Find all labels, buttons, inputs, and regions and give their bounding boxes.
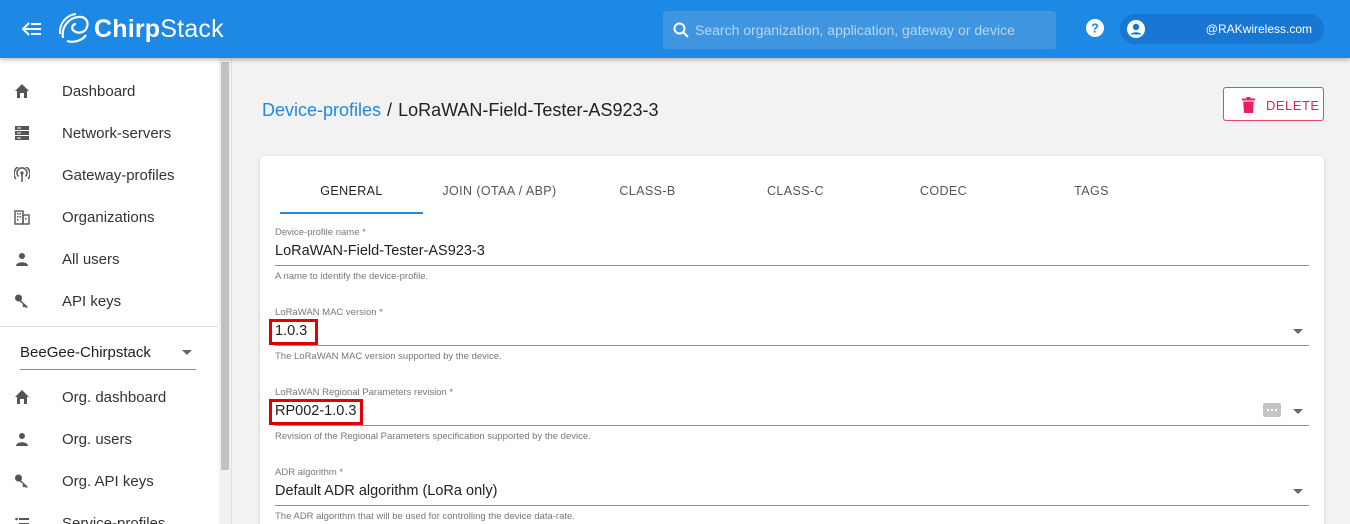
sidebar-divider xyxy=(0,326,218,327)
tab-tags[interactable]: TAGS xyxy=(1020,172,1163,214)
key-icon xyxy=(15,474,28,488)
sidebar-item-org-api-keys[interactable]: Org. API keys xyxy=(0,460,218,502)
device-profile-name-input[interactable]: LoRaWAN-Field-Tester-AS923-3 xyxy=(275,243,485,259)
account-icon xyxy=(16,253,28,266)
help-icon[interactable]: ? xyxy=(1085,18,1105,38)
sidebar-item-label: All users xyxy=(62,250,120,268)
svg-text:?: ? xyxy=(1091,21,1099,36)
home-icon xyxy=(15,390,29,404)
sidebar-item-label: Org. dashboard xyxy=(62,388,167,406)
chevron-down-icon[interactable] xyxy=(1293,489,1303,494)
device-profile-form-card: GENERAL JOIN (OTAA / ABP) CLASS-B CLASS-… xyxy=(260,156,1324,524)
field-helper-text: The LoRaWAN MAC version supported by the… xyxy=(275,351,502,362)
adr-algorithm-value: Default ADR algorithm (LoRa only) xyxy=(275,483,498,499)
field-label: ADR algorithm * xyxy=(275,467,344,478)
field-label: LoRaWAN MAC version * xyxy=(275,307,383,318)
chevron-down-icon xyxy=(182,350,192,355)
field-label: LoRaWAN Regional Parameters revision * xyxy=(275,387,454,398)
sidebar-item-label: API keys xyxy=(62,292,122,310)
search-bar[interactable] xyxy=(663,11,1056,49)
field-helper-text: The ADR algorithm that will be used for … xyxy=(275,511,575,522)
sidebar-item-all-users[interactable]: All users xyxy=(0,238,218,280)
field-helper-text: Revision of the Regional Parameters spec… xyxy=(275,431,591,442)
highlight-box xyxy=(269,319,318,345)
chirpstack-logo-icon xyxy=(58,13,89,43)
chevron-down-icon[interactable] xyxy=(1293,409,1303,414)
search-input[interactable] xyxy=(695,22,1055,38)
tab-class-c[interactable]: CLASS-C xyxy=(724,172,867,214)
field-underline xyxy=(275,345,1309,346)
delete-button[interactable]: DELETE xyxy=(1223,87,1324,121)
tab-class-b[interactable]: CLASS-B xyxy=(576,172,719,214)
field-underline xyxy=(275,505,1309,506)
active-tab-indicator xyxy=(280,212,423,214)
sidebar-item-organizations[interactable]: Organizations xyxy=(0,196,218,238)
organization-selector-value: BeeGee-Chirpstack xyxy=(20,344,151,361)
sidebar-item-label: Org. users xyxy=(62,430,133,448)
sidebar-item-label: Network-servers xyxy=(62,124,172,142)
tab-general[interactable]: GENERAL xyxy=(280,172,423,214)
delete-button-label: DELETE xyxy=(1266,98,1320,113)
chirpstack-logo[interactable]: ChirpStack xyxy=(58,10,224,48)
domain-icon xyxy=(14,210,30,225)
sidebar-item-network-servers[interactable]: Network-servers xyxy=(0,112,218,154)
organization-selector[interactable]: BeeGee-Chirpstack xyxy=(20,334,196,370)
brand-name: ChirpStack xyxy=(94,14,224,43)
sidebar: Dashboard Network-servers Gateway-profil… xyxy=(0,58,232,524)
account-circle-icon xyxy=(1127,20,1145,38)
sidebar-scrollbar-thumb[interactable] xyxy=(221,62,229,470)
user-menu-button[interactable]: @RAKwireless.com xyxy=(1120,14,1324,44)
breadcrumb: Device-profiles / LoRaWAN-Field-Tester-AS9… xyxy=(262,100,658,121)
highlight-box xyxy=(269,399,363,425)
sidebar-item-label: Org. API keys xyxy=(62,472,154,490)
server-icon xyxy=(15,126,29,140)
sidebar-item-label: Dashboard xyxy=(62,82,136,100)
username-label: @RAKwireless.com xyxy=(1205,22,1312,36)
field-underline xyxy=(275,265,1309,266)
sidebar-item-dashboard[interactable]: Dashboard xyxy=(0,70,218,112)
breadcrumb-current: LoRaWAN-Field-Tester-AS923-3 xyxy=(398,100,659,120)
key-icon xyxy=(15,294,28,308)
breadcrumb-separator: / xyxy=(387,100,393,120)
main-content: Device-profiles / LoRaWAN-Field-Tester-AS9… xyxy=(232,58,1350,524)
sidebar-item-org-users[interactable]: Org. users xyxy=(0,418,218,460)
account-icon xyxy=(16,433,28,446)
tab-join-otaa-abp[interactable]: JOIN (OTAA / ABP) xyxy=(428,172,571,214)
sidebar-item-label: Organizations xyxy=(62,208,155,226)
sidebar-item-api-keys[interactable]: API keys xyxy=(0,280,218,322)
home-icon xyxy=(15,84,29,98)
more-options-icon[interactable] xyxy=(1263,403,1281,417)
field-underline xyxy=(275,425,1309,426)
sidebar-item-label: Gateway-profiles xyxy=(62,166,175,184)
top-app-bar: ChirpStack ? @RAKwireless.com xyxy=(0,0,1350,58)
chevron-down-icon[interactable] xyxy=(1293,329,1303,334)
tab-codec[interactable]: CODEC xyxy=(872,172,1015,214)
tab-bar: GENERAL JOIN (OTAA / ABP) CLASS-B CLASS-… xyxy=(270,172,1310,214)
field-label: Device-profile name * xyxy=(275,227,366,238)
trash-icon xyxy=(1242,97,1255,113)
list-icon xyxy=(15,517,29,524)
field-helper-text: A name to identify the device-profile. xyxy=(275,271,429,282)
sidebar-item-gateway-profiles[interactable]: Gateway-profiles xyxy=(0,154,218,196)
menu-collapse-icon[interactable] xyxy=(20,19,42,39)
radio-tower-icon xyxy=(14,167,30,182)
sidebar-item-label: Service-profiles xyxy=(62,514,166,524)
breadcrumb-device-profiles-link[interactable]: Device-profiles xyxy=(262,100,381,120)
sidebar-item-org-dashboard[interactable]: Org. dashboard xyxy=(0,376,218,418)
sidebar-item-service-profiles[interactable]: Service-profiles xyxy=(0,502,218,524)
search-icon xyxy=(673,22,689,38)
